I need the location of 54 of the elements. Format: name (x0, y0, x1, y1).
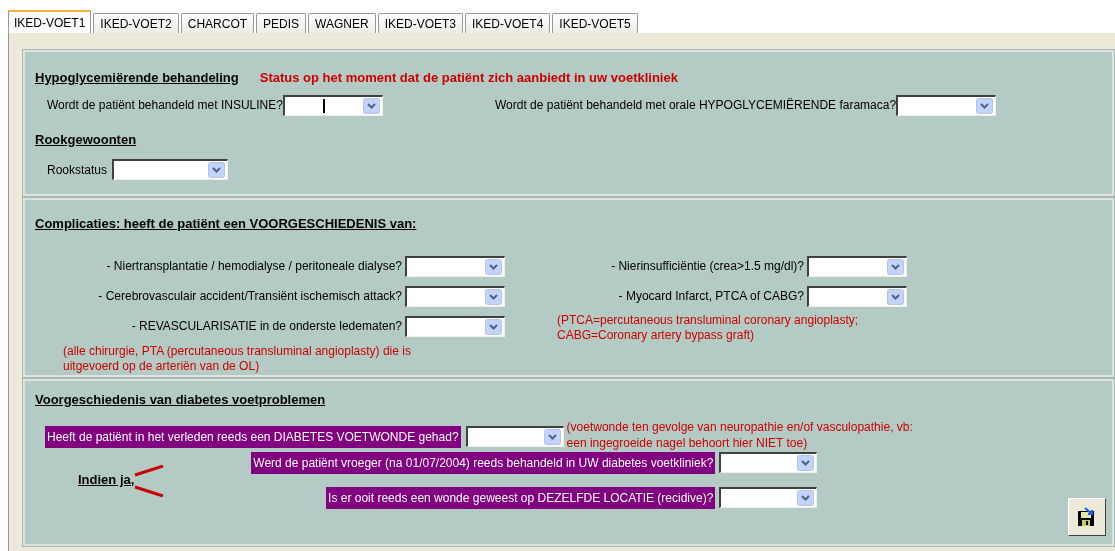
note-text: (alle chirurgie, PTA (percutaneous transluminal angioplasty) die is uitgevoerd op de arteriën van de OL) (63, 343, 411, 374)
followup-label: Indien ja, (78, 470, 135, 489)
question-label: Werd de patiënt vroeger (na 01/07/2004) reeds behandeld in UW diabetes voetkliniek? (251, 451, 716, 474)
question-label: - Cerebrovasculair accident/Transiënt ischemisch attack? (98, 288, 402, 305)
tab[interactable]: IKED-VOET5 (552, 13, 638, 33)
chevron-down-icon (485, 258, 502, 275)
section-heading: Voorgeschiedenis van diabetes voetproblemen (35, 392, 326, 407)
floppy-disk-icon (1077, 507, 1097, 527)
dropdown-field[interactable] (719, 487, 818, 508)
dropdown-field[interactable] (282, 94, 383, 116)
tab[interactable]: IKED-VOET1 (8, 10, 92, 33)
chevron-down-icon (543, 428, 561, 445)
chevron-down-icon (887, 288, 904, 305)
question-label: Wordt de patiënt behandeld met INSULINE? (47, 97, 283, 114)
branch-lines-drawing (134, 464, 165, 497)
chevron-down-icon (976, 97, 994, 114)
tab[interactable]: IKED-VOET4 (465, 13, 551, 33)
status-note: Status op het moment dat de patiënt zich aanbiedt in uw voetkliniek (259, 69, 678, 87)
chevron-down-icon (208, 162, 226, 178)
dropdown-field[interactable] (896, 94, 997, 116)
section-heading: Hypoglycemiërende behandeling (35, 69, 239, 87)
question-label: Rookstatus (47, 161, 108, 179)
question-label: Heeft de patiënt in het verleden reeds een DIABETES VOETWONDE gehad? (45, 425, 461, 448)
dropdown-field[interactable] (719, 452, 818, 473)
question-label: - Myocard Infarct, PTCA of CABG? (618, 288, 804, 305)
section-heading: Complicaties: heeft de patiënt een VOORGESCHIEDENIS van: (35, 216, 417, 231)
chevron-down-icon (485, 318, 502, 335)
question-label: - Niertransplantatie / hemodialyse / peritoneale dialyse? (106, 258, 402, 275)
note-text: (voetwonde ten gevolge van neuropathie en/of vasculopathie, vb: een ingegroeide nagel behoort hier NIET toe) (566, 418, 913, 451)
note-text: (PTCA=percutaneous transluminal coronary angioplasty; CABG=Coronary artery bypass graft) (557, 312, 860, 343)
tab[interactable]: IKED-VOET3 (377, 13, 463, 33)
chevron-down-icon (887, 258, 904, 275)
tab[interactable]: PEDIS (256, 13, 307, 33)
tab[interactable]: IKED-VOET2 (93, 13, 179, 33)
tab[interactable]: WAGNER (308, 13, 376, 33)
dropdown-field[interactable] (807, 255, 907, 277)
dropdown-field[interactable] (465, 425, 564, 447)
question-label: Wordt de patiënt behandeld met orale HYPOGLYCEMIËRENDE faramaca? (495, 97, 897, 114)
dropdown-field[interactable] (112, 159, 229, 180)
section-heading: Rookgewoonten (35, 131, 137, 147)
tab[interactable]: CHARCOT (180, 13, 255, 33)
dropdown-field[interactable] (405, 255, 505, 277)
question-label: - Nierinsufficiëntie (crea>1.5 mg/dl)? (611, 258, 804, 275)
dropdown-field[interactable] (807, 285, 907, 307)
text-cursor (322, 98, 325, 113)
chevron-down-icon (797, 455, 815, 471)
chevron-down-icon (362, 97, 380, 114)
dropdown-field[interactable] (405, 315, 505, 337)
dropdown-field[interactable] (405, 285, 505, 307)
chevron-down-icon (485, 288, 502, 305)
chevron-down-icon (797, 490, 815, 506)
save-button[interactable] (1068, 498, 1106, 536)
question-label: Is er ooit reeds een wonde geweest op DEZELFDE LOCATIE (recidive)? (326, 486, 716, 509)
question-label: - REVASCULARISATIE in de onderste ledematen? (131, 318, 402, 335)
